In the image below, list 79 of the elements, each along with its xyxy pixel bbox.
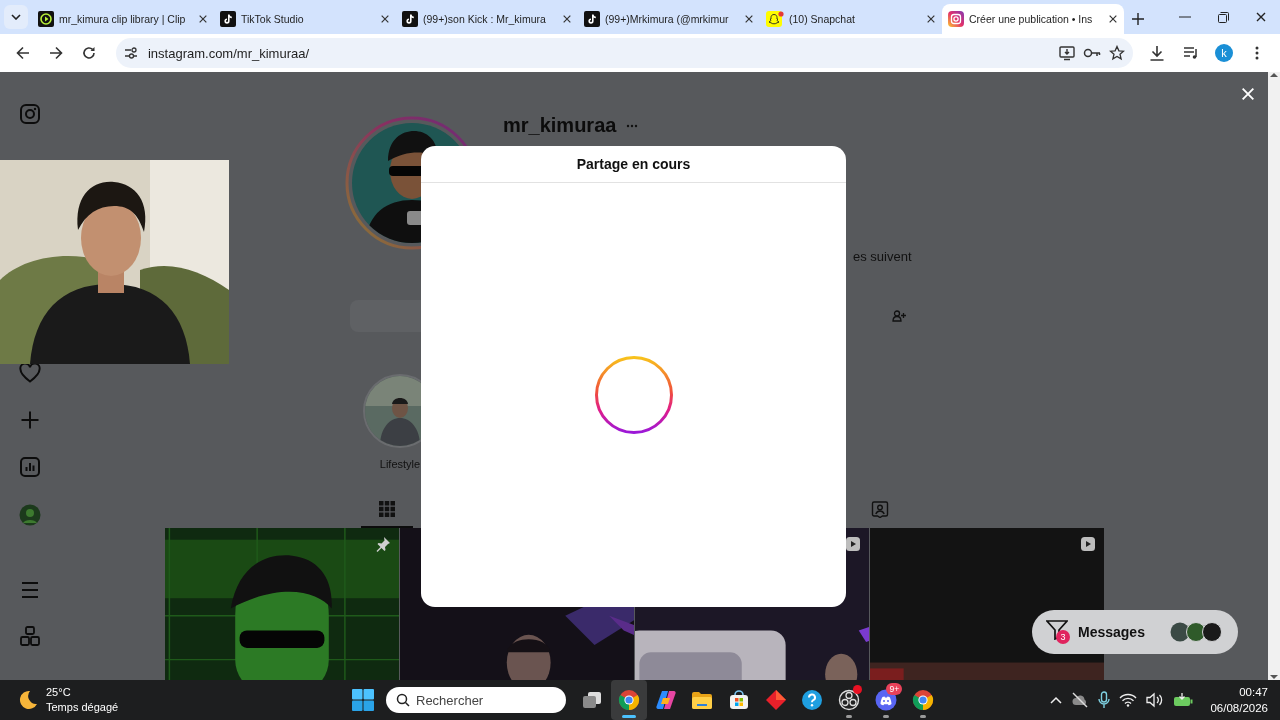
new-tab-icon[interactable]	[1132, 13, 1144, 25]
tab-list-button[interactable]	[4, 5, 28, 29]
close-icon[interactable]	[744, 14, 754, 24]
browser-tab[interactable]: (99+)son Kick : Mr_kimura	[396, 4, 578, 34]
taskbar-app-button[interactable]: 9+	[867, 680, 905, 720]
chevron-down-icon	[11, 14, 21, 20]
more-options-icon[interactable]	[1255, 46, 1260, 60]
music-note-logo-icon	[402, 11, 418, 27]
close-icon[interactable]	[198, 14, 208, 24]
add-person-icon[interactable]	[892, 310, 906, 322]
profile-avatar[interactable]: k	[1215, 44, 1233, 62]
notification-badge: 9+	[886, 683, 903, 695]
chevron-up-icon[interactable]	[1050, 696, 1063, 704]
forward-icon[interactable]	[48, 46, 63, 60]
store-bag-icon[interactable]	[728, 689, 751, 711]
volume-icon[interactable]	[1146, 692, 1165, 708]
wifi-icon[interactable]	[1119, 693, 1138, 707]
cloud-off-icon[interactable]	[1071, 692, 1090, 708]
funnel-icon	[1046, 620, 1068, 640]
apps-icon[interactable]	[20, 626, 40, 646]
browser-tab[interactable]: TikTok Studio	[214, 4, 396, 34]
grid-icon	[379, 501, 395, 517]
music-note-logo-icon	[584, 11, 600, 27]
avatar-icon[interactable]	[19, 504, 41, 526]
music-note-logo-icon	[220, 11, 236, 27]
messages-button[interactable]: 3 Messages	[1032, 610, 1238, 654]
tab-title: (99+)son Kick : Mr_kimura	[423, 13, 547, 25]
taskbar-search-field[interactable]: Rechercher	[386, 687, 566, 713]
browser-tab[interactable]: Créer une publication • Ins	[942, 4, 1124, 34]
browser-tab[interactable]: mr_kimura clip library | Clip	[32, 4, 214, 34]
browser-tab[interactable]: (10) Snapchat	[760, 4, 942, 34]
tab-title: TikTok Studio	[241, 13, 305, 25]
close-icon[interactable]	[1108, 14, 1118, 24]
site-settings-icon[interactable]	[123, 47, 138, 59]
taskbar-app-button[interactable]	[610, 680, 648, 720]
media-queue-icon[interactable]	[1182, 46, 1199, 60]
camera-logo-icon	[948, 11, 964, 27]
temperature-text: 25°C	[46, 685, 72, 700]
windows-start-icon[interactable]	[352, 689, 374, 711]
weather-condition: Temps dégagé	[46, 700, 119, 715]
back-icon[interactable]	[15, 46, 30, 60]
tab-title: (99+)Mrkimura (@mrkimur	[605, 13, 730, 25]
menu-icon[interactable]	[20, 581, 40, 599]
ghost-logo-icon	[766, 11, 784, 27]
tab-title: (10) Snapchat	[789, 13, 856, 25]
task-view-icon[interactable]	[581, 689, 604, 711]
search-icon	[396, 693, 410, 707]
close-icon[interactable]	[926, 14, 936, 24]
profile-username: mr_kimuraa	[503, 114, 617, 137]
microphone-icon[interactable]	[1098, 691, 1111, 709]
download-icon[interactable]	[1149, 45, 1166, 61]
battery-charging-icon[interactable]	[1173, 693, 1194, 707]
diamond-icon[interactable]	[764, 689, 787, 711]
tab-title: mr_kimura clip library | Clip	[59, 13, 187, 25]
dialog-title: Partage en cours	[421, 146, 846, 183]
tab-title: Créer une publication • Ins	[969, 13, 1094, 25]
plus-icon[interactable]	[20, 410, 40, 430]
help-icon[interactable]	[801, 689, 824, 711]
unread-badge: 3	[1056, 630, 1070, 644]
browser-tab[interactable]: (99+)Mrkimura (@mrkimur	[578, 4, 760, 34]
close-icon[interactable]	[1255, 11, 1267, 23]
restore-icon[interactable]	[1217, 11, 1229, 23]
address-bar[interactable]: instagram.com/mr_kimuraa/	[115, 38, 1133, 68]
instagram-logo-icon[interactable]	[20, 104, 40, 124]
more-icon[interactable]	[626, 123, 639, 128]
close-icon[interactable]	[562, 14, 572, 24]
clock-date[interactable]: 06/08/2026	[1210, 700, 1268, 716]
reload-icon[interactable]	[82, 46, 97, 60]
clock-time[interactable]: 00:47	[1239, 684, 1268, 700]
url-text: instagram.com/mr_kimuraa/	[147, 45, 311, 61]
play-logo-icon	[38, 11, 54, 27]
highlight-label: Lifestyle	[379, 458, 421, 470]
bar-chart-icon[interactable]	[20, 457, 40, 477]
heart-icon[interactable]	[19, 363, 41, 383]
tagged-person-icon	[871, 500, 889, 518]
folder-icon[interactable]	[691, 689, 714, 711]
close-icon[interactable]	[380, 14, 390, 24]
star-icon[interactable]	[1108, 45, 1125, 61]
install-app-icon[interactable]	[1058, 45, 1075, 61]
